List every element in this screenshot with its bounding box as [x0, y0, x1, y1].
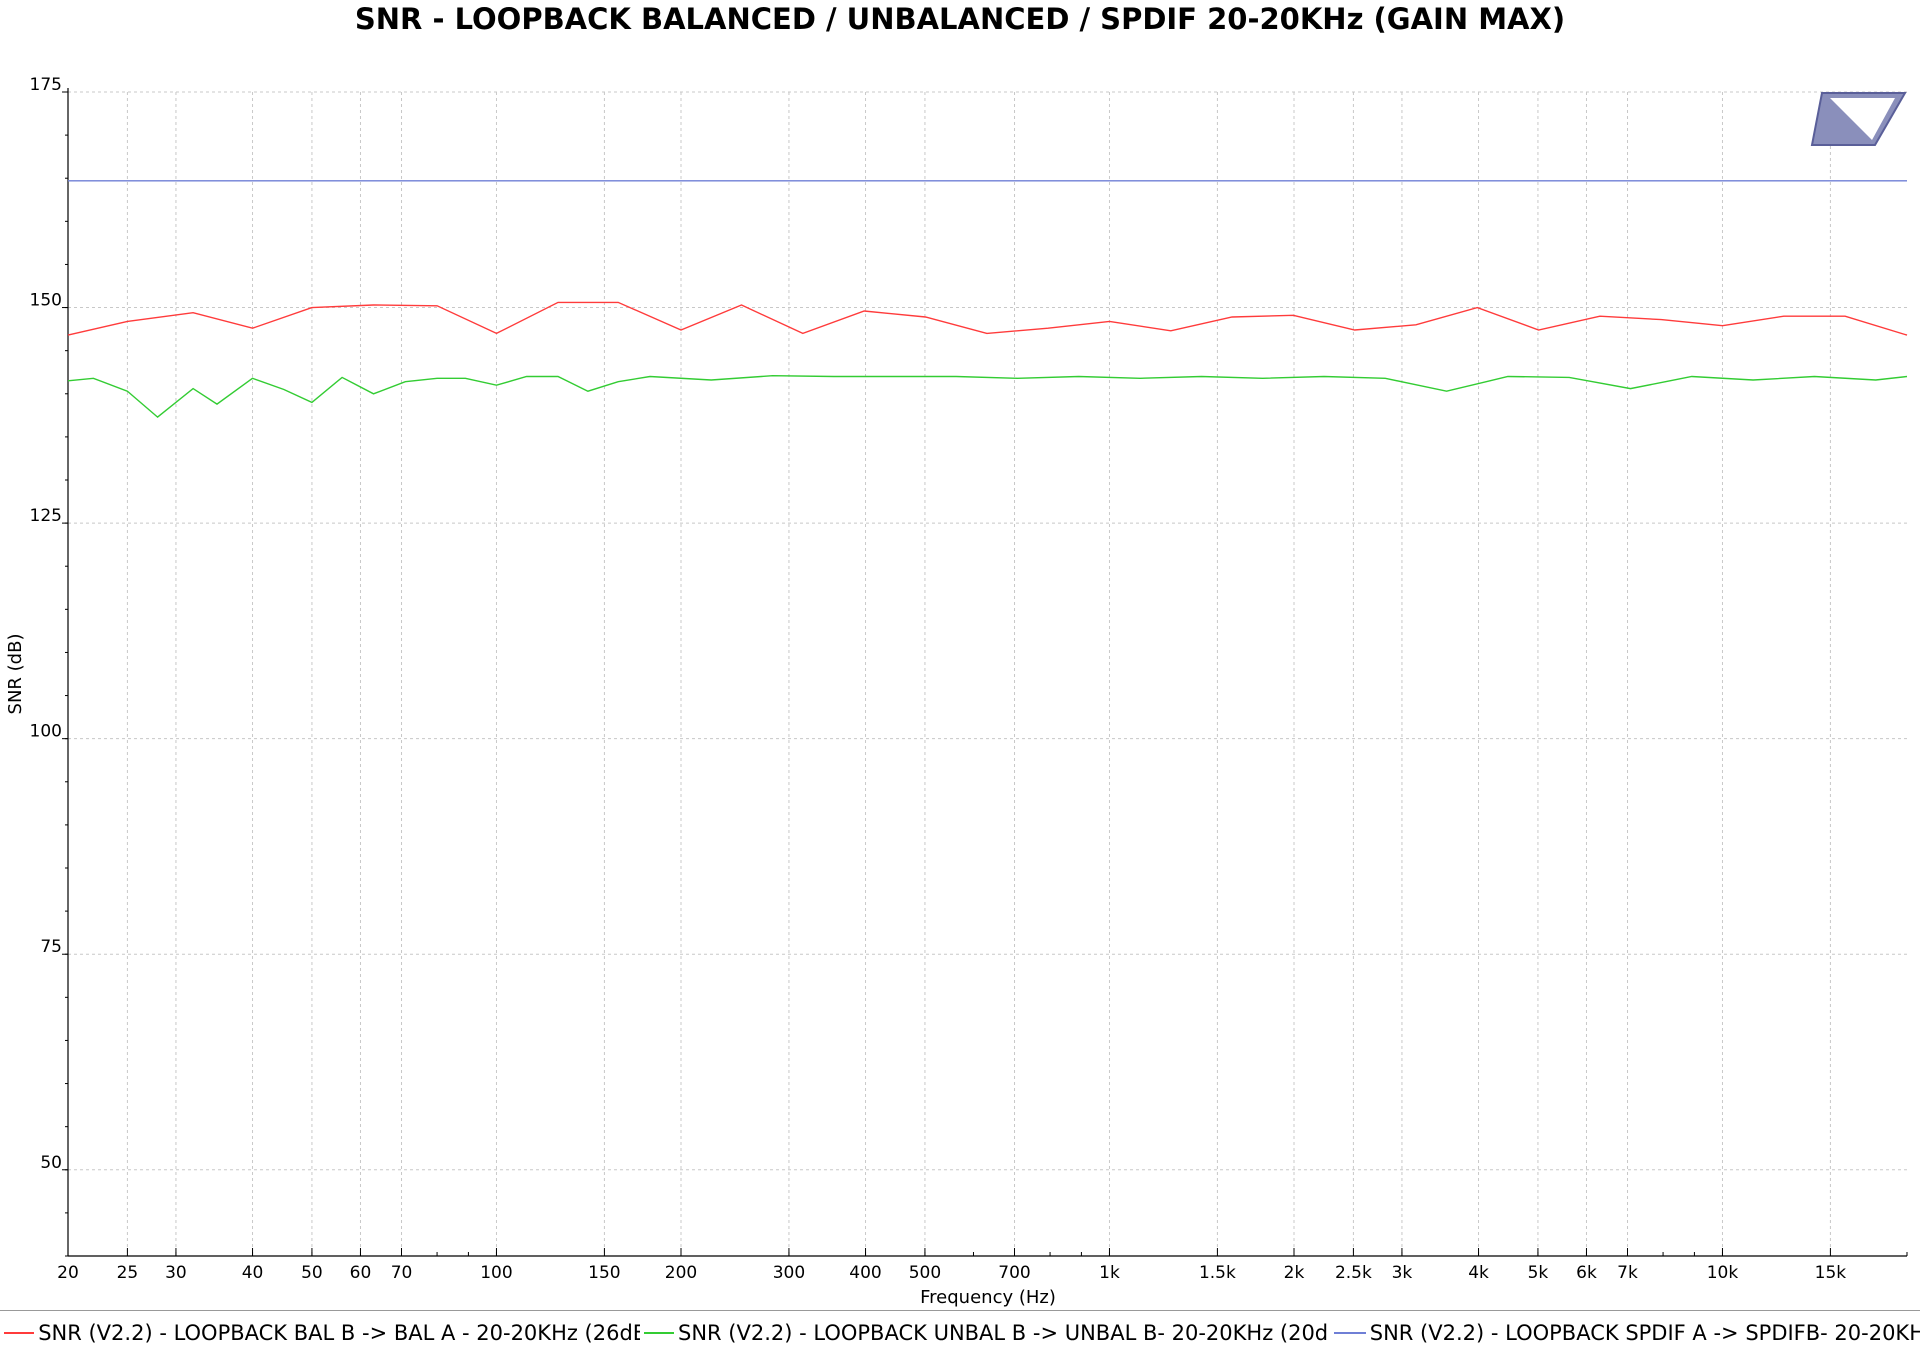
x-tick-label: 1.5k — [1199, 1263, 1236, 1283]
x-tick-label: 4k — [1468, 1263, 1489, 1283]
x-tick-label: 40 — [242, 1263, 264, 1283]
grid-lines — [67, 91, 1907, 1256]
chart-plot: 50 75 100 125 150 175 20 25 30 40 50 60 70 100 150 200 3… — [5, 75, 1908, 1308]
x-tick-label: 7k — [1617, 1263, 1638, 1283]
y-tick-label: 100 — [30, 722, 62, 742]
legend-item: SNR (V2.2) - LOOPBACK BAL B -> BAL A - 2… — [0, 1311, 640, 1355]
legend-label: SNR (V2.2) - LOOPBACK UNBAL B -> UNBAL B… — [678, 1321, 1330, 1345]
x-tick-label: 150 — [588, 1263, 620, 1283]
series-lines — [67, 180, 1908, 419]
y-tick-label: 50 — [40, 1153, 62, 1173]
x-tick-label: 700 — [998, 1263, 1030, 1283]
audio-precision-logo-icon — [1810, 92, 1907, 146]
x-tick-label: 20 — [57, 1263, 79, 1283]
tick-labels: 50 75 100 125 150 175 20 25 30 40 50 60 70 100 150 200 3… — [30, 75, 1847, 1283]
x-tick-label: 15k — [1815, 1263, 1847, 1283]
y-axis-label: SNR (dB) — [5, 634, 26, 715]
x-tick-label: 500 — [909, 1263, 941, 1283]
x-tick-label: 50 — [301, 1263, 323, 1283]
series-line-1 — [67, 374, 1908, 419]
x-tick-label: 300 — [773, 1263, 805, 1283]
legend-label: SNR (V2.2) - LOOPBACK SPDIF A -> SPDIFB-… — [1369, 1321, 1920, 1345]
x-tick-label: 60 — [350, 1263, 372, 1283]
x-tick-label: 200 — [665, 1263, 697, 1283]
legend: SNR (V2.2) - LOOPBACK BAL B -> BAL A - 2… — [0, 1310, 1920, 1355]
x-tick-label: 2k — [1284, 1263, 1305, 1283]
axes — [62, 88, 1908, 1257]
x-tick-label: 100 — [480, 1263, 512, 1283]
x-axis-label: Frequency (Hz) — [920, 1287, 1056, 1308]
legend-item: SNR (V2.2) - LOOPBACK SPDIF A -> SPDIFB-… — [1330, 1311, 1920, 1355]
x-tick-label: 400 — [849, 1263, 881, 1283]
x-tick-label: 5k — [1528, 1263, 1549, 1283]
y-tick-label: 125 — [30, 506, 62, 526]
y-tick-label: 75 — [40, 937, 62, 957]
legend-swatch — [1334, 1332, 1366, 1334]
x-tick-label: 3k — [1392, 1263, 1413, 1283]
legend-item: SNR (V2.2) - LOOPBACK UNBAL B -> UNBAL B… — [640, 1311, 1330, 1355]
y-tick-label: 150 — [30, 291, 62, 311]
x-tick-label: 25 — [117, 1263, 139, 1283]
x-tick-label: 2.5k — [1335, 1263, 1372, 1283]
x-tick-label: 1k — [1099, 1263, 1120, 1283]
x-tick-label: 10k — [1707, 1263, 1739, 1283]
legend-swatch — [4, 1332, 35, 1334]
x-tick-label: 70 — [391, 1263, 413, 1283]
x-tick-label: 6k — [1576, 1263, 1597, 1283]
legend-swatch — [644, 1332, 674, 1334]
y-tick-label: 175 — [30, 75, 62, 95]
x-tick-label: 30 — [165, 1263, 187, 1283]
legend-label: SNR (V2.2) - LOOPBACK BAL B -> BAL A - 2… — [38, 1321, 640, 1345]
